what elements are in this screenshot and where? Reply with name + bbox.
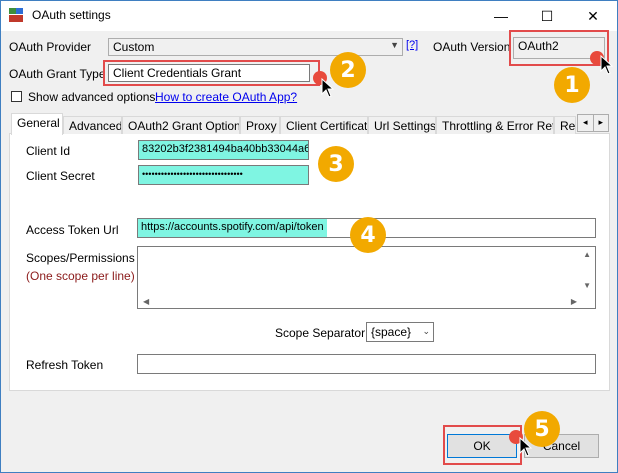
tab-url-settings[interactable]: Url Settings [368, 116, 436, 134]
tab-scroll-right-icon[interactable]: ▸ [592, 115, 609, 131]
client-id-input[interactable]: 83202b3f2381494ba40bb33044a6 [138, 140, 309, 160]
scopes-label: Scopes/Permissions [26, 251, 135, 265]
scroll-up-icon[interactable]: ▲ [583, 250, 591, 259]
show-advanced-checkbox[interactable] [11, 91, 22, 102]
show-advanced-label: Show advanced options [28, 90, 156, 104]
tab-overflow[interactable]: Re [554, 116, 576, 134]
step-badge-3: 3 [318, 146, 354, 182]
minimize-icon: — [494, 8, 508, 24]
provider-value: Custom [113, 40, 155, 54]
version-label: OAuth Version [433, 40, 511, 54]
client-id-label: Client Id [26, 144, 71, 158]
chevron-down-icon: ⌄ [422, 326, 430, 336]
scope-separator-dropdown[interactable]: {space} ⌄ [366, 322, 434, 342]
scroll-left-icon[interactable]: ◀ [143, 297, 149, 306]
cursor-icon [321, 77, 335, 98]
scopes-textarea[interactable]: ▲ ▼ ◀ ▶ [137, 246, 596, 309]
tab-throttling[interactable]: Throttling & Error Retry [436, 116, 554, 134]
scroll-down-icon[interactable]: ▼ [583, 281, 591, 290]
tab-scroll-buttons: ◂ ▸ [577, 114, 609, 132]
provider-label: OAuth Provider [9, 40, 92, 54]
grant-type-label: OAuth Grant Type [9, 67, 106, 81]
cursor-icon [600, 54, 614, 75]
close-icon: ✕ [587, 7, 599, 24]
client-secret-input[interactable]: •••••••••••••••••••••••••••••••• [138, 165, 309, 185]
tab-proxy[interactable]: Proxy [240, 116, 280, 134]
step-badge-4: 4 [350, 217, 386, 253]
chevron-down-icon: ▼ [390, 40, 399, 50]
grant-type-highlight-box [103, 60, 320, 86]
tab-advanced[interactable]: Advanced [63, 116, 122, 134]
scope-separator-label: Scope Separator [275, 326, 366, 340]
tab-client-certificate[interactable]: Client Certificate [280, 116, 368, 134]
refresh-token-label: Refresh Token [26, 358, 104, 372]
how-to-create-link[interactable]: How to create OAuth App? [155, 90, 297, 104]
app-icon [9, 8, 23, 22]
tab-general[interactable]: General [11, 113, 63, 135]
token-url-value: https://accounts.spotify.com/api/token [138, 219, 327, 237]
step-badge-2: 2 [330, 52, 366, 88]
minimize-button[interactable]: — [478, 1, 524, 31]
maximize-icon: ☐ [540, 7, 554, 24]
tab-scroll-left-icon[interactable]: ◂ [578, 115, 593, 131]
scroll-right-icon[interactable]: ▶ [571, 297, 577, 306]
step-badge-1: 1 [554, 67, 590, 103]
refresh-token-input[interactable] [137, 354, 596, 374]
close-button[interactable]: ✕ [570, 1, 616, 31]
scope-separator-value: {space} [371, 325, 412, 339]
provider-dropdown[interactable]: Custom ▼ [108, 38, 403, 56]
maximize-button[interactable]: ☐ [524, 1, 570, 31]
token-url-label: Access Token Url [26, 223, 119, 237]
scopes-hint: (One scope per line) [26, 269, 135, 283]
provider-help-link[interactable]: [?] [406, 39, 418, 51]
cursor-icon [519, 436, 533, 457]
tab-oauth2-grant-options[interactable]: OAuth2 Grant Options [122, 116, 240, 134]
window-title: OAuth settings [32, 8, 111, 22]
client-secret-label: Client Secret [26, 169, 95, 183]
